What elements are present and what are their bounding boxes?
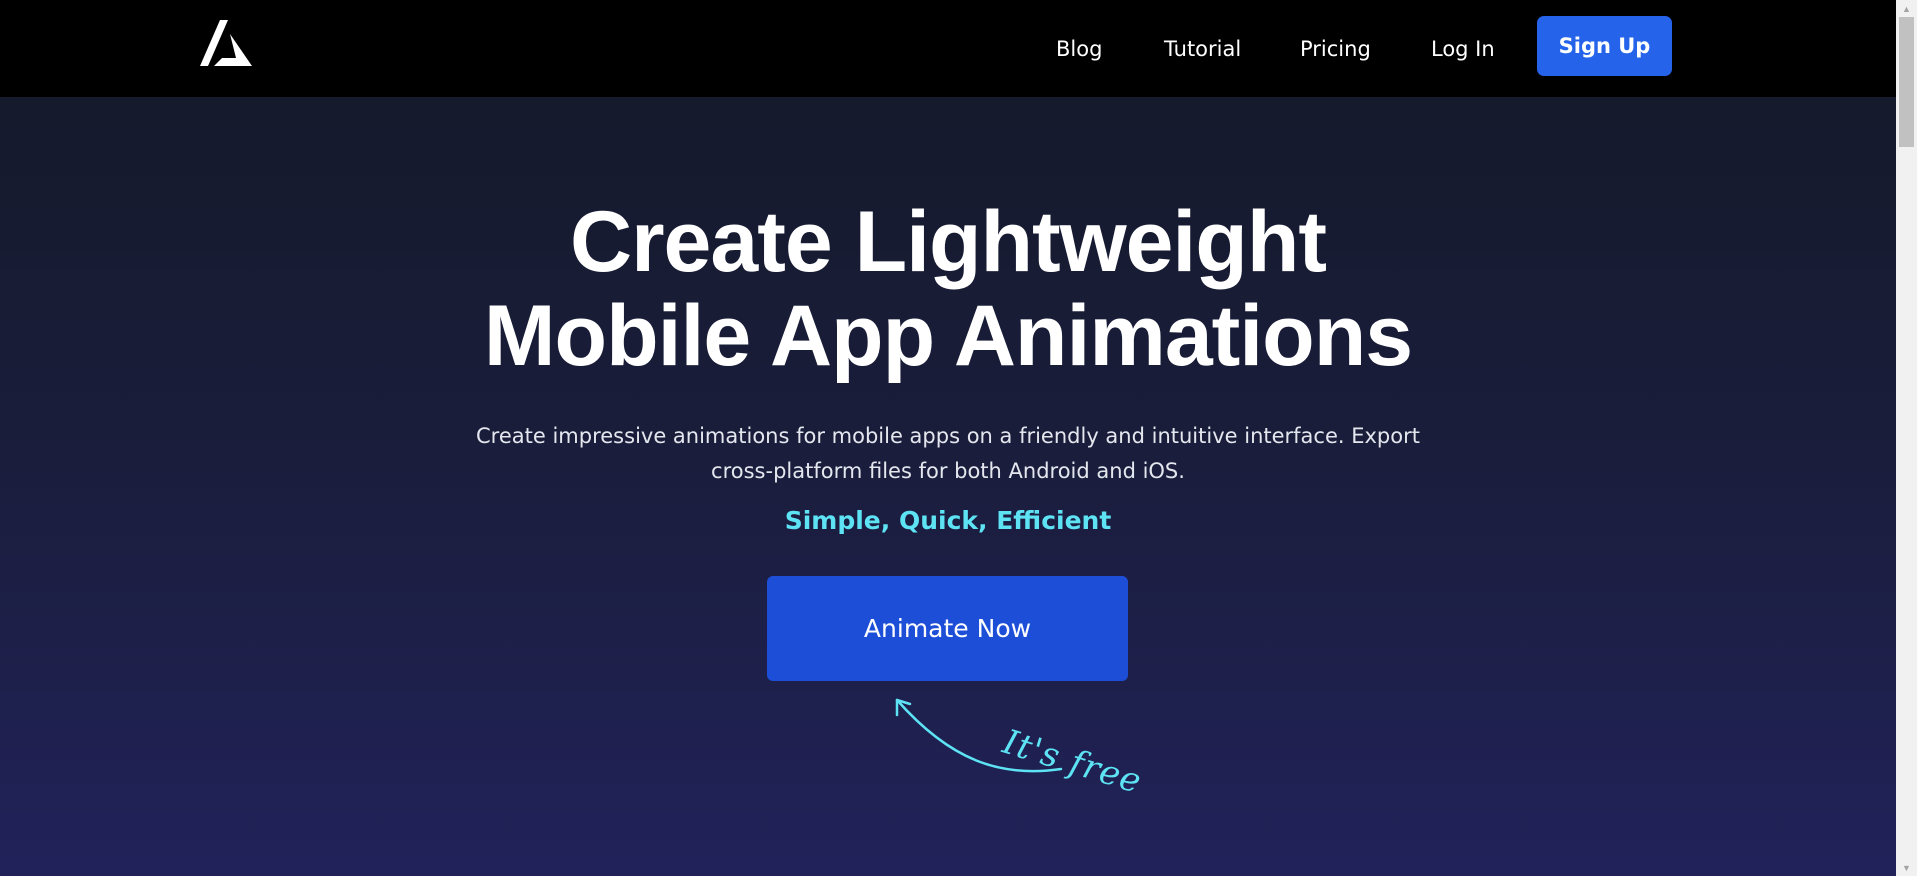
arrow-a-logo-icon[interactable] [200,20,252,66]
top-navigation-bar: Blog Tutorial Pricing Log In Sign Up [0,0,1896,97]
nav-link-tutorial[interactable]: Tutorial [1164,0,1241,97]
hero-subtitle-line-2: cross-platform files for both Android an… [711,459,1185,483]
scroll-up-arrow-icon[interactable]: ▲ [1896,0,1917,17]
nav-link-blog[interactable]: Blog [1056,0,1102,97]
sign-up-button[interactable]: Sign Up [1537,16,1672,76]
vertical-scrollbar[interactable]: ▲ ▼ [1896,0,1917,876]
nav-link-pricing[interactable]: Pricing [1300,0,1371,97]
hero-subtitle: Create impressive animations for mobile … [470,419,1426,489]
hero-subtitle-line-1: Create impressive animations for mobile … [476,424,1420,448]
nav-link-login[interactable]: Log In [1431,0,1495,97]
scroll-down-arrow-icon[interactable]: ▼ [1896,859,1917,876]
hero-title: Create Lightweight Mobile App Animations [0,195,1896,383]
hero-tagline: Simple, Quick, Efficient [784,506,1112,535]
scrollbar-thumb[interactable] [1899,17,1914,147]
animate-now-button[interactable]: Animate Now [767,576,1128,681]
hero-title-line-2: Mobile App Animations [483,288,1413,384]
hero-title-line-1: Create Lightweight [569,194,1327,290]
